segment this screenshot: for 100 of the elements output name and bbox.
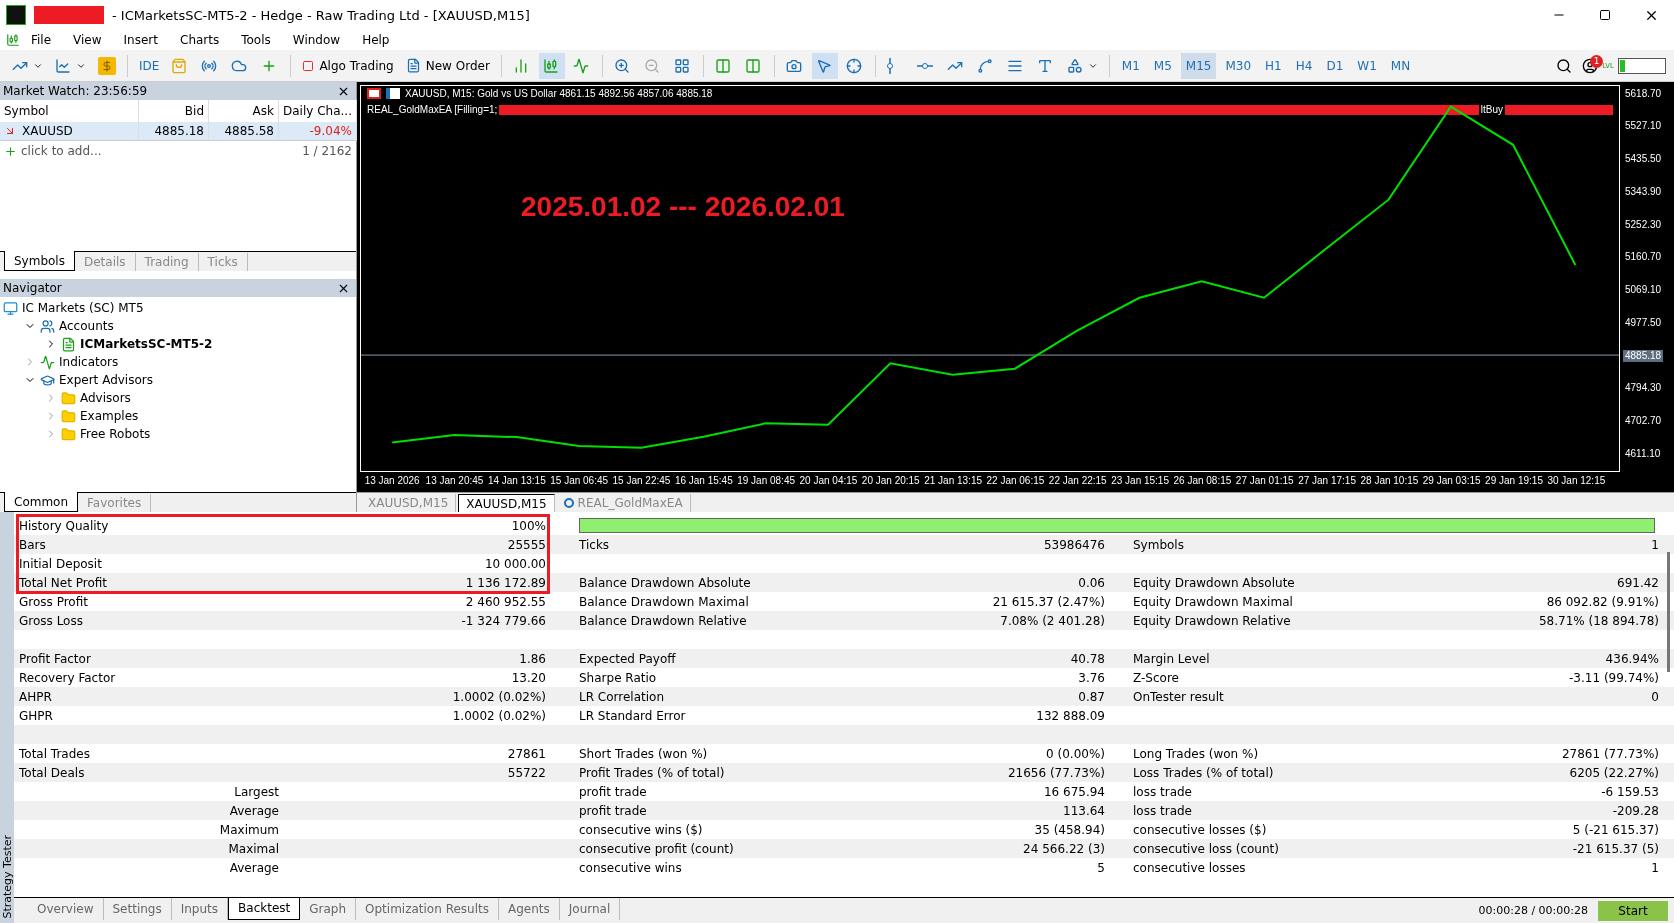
metric-label: Ticks [579,537,610,552]
tree-item[interactable]: Indicators [59,354,119,370]
metric-label: Equity Drawdown Maximal [1133,594,1293,609]
timeframe-tab[interactable]: MN [1385,52,1416,79]
add-symbol-link[interactable]: click to add... [21,144,102,158]
candlestick-button[interactable] [538,52,565,79]
tree-item[interactable]: IC Markets (SC) MT5 [22,300,144,316]
menu-item[interactable]: View [62,33,113,47]
metric-value: -6 159.53 [1601,784,1659,799]
camera-icon [785,57,802,74]
tree-item[interactable]: Expert Advisors [59,372,153,388]
metric-value: -209.28 [1612,803,1659,818]
metric-label: profit trade [579,784,647,799]
timeframe-tab[interactable]: W1 [1352,52,1382,79]
metric-label: Profit Factor [19,651,91,666]
timeframe-tab[interactable]: M30 [1220,52,1257,79]
elapsed-time: 00:00:28 / 00:00:28 [1478,904,1588,917]
shapes-icon [1066,57,1083,74]
period-note: 2025.01.02 --- 2026.02.01 [521,191,845,223]
metric-label: Sharpe Ratio [579,670,657,685]
redaction-block [34,6,104,24]
timeframe-tab[interactable]: M15 [1180,52,1217,79]
tree-item[interactable]: ICMarketsSC-MT5-2 [80,336,213,352]
tab[interactable]: Overview [28,897,104,920]
metric-value: 27861 [507,746,546,761]
ide-button[interactable]: IDE [135,52,164,79]
metric-value: 21656 (77.73%) [1007,765,1105,780]
tab[interactable]: Journal [559,897,621,920]
metric-value: 436.94% [1605,651,1659,666]
timeframe-tab[interactable]: M5 [1148,52,1177,79]
metric-label: GHPR [19,708,53,723]
metric-label: consecutive wins ($) [579,822,703,837]
tab[interactable]: Graph [300,897,357,920]
metric-value: 24 566.22 (3) [1023,841,1105,856]
time-label: 22 Jan 22:15 [1048,475,1107,486]
start-button[interactable]: Start [1598,900,1668,921]
algo-trading-button[interactable]: Algo Trading [298,52,398,79]
table-cell[interactable]: XAUUSD [0,122,139,141]
timeframe-tab[interactable]: D1 [1321,52,1349,79]
horizontal-line-icon [916,62,933,69]
table-cell: -9.04% [279,122,357,141]
metric-label: profit trade [579,803,647,818]
menu-item[interactable]: Help [351,33,401,47]
tab[interactable]: Optimization Results [356,897,499,920]
menu-item[interactable]: Tools [230,33,282,47]
metric-value: -21 615.37 (5) [1572,841,1659,856]
tab[interactable]: Backtest [228,897,301,920]
chart-tab[interactable]: XAUUSD,M15 [458,494,555,512]
table-cell: 4885.58 [209,122,279,141]
metric-value: 1 136 172.89 [465,575,546,590]
menu-item[interactable]: Window [281,33,352,47]
time-label: 16 Jan 15:45 [674,475,733,486]
metric-value: 25555 [507,537,546,552]
metric-value: 691.42 [1617,575,1659,590]
menu-item[interactable]: Charts [169,33,231,47]
price-label: 4977.50 [1624,316,1663,329]
zoom-in-icon [613,57,630,74]
tab[interactable]: Common [4,492,79,512]
menu-item[interactable]: Insert [112,33,169,47]
metric-label: History Quality [19,518,109,533]
metric-label: Balance Drawdown Maximal [579,594,749,609]
metric-value: 58.71% (18 894.78) [1539,613,1659,628]
plus-icon [4,144,17,158]
cursor-button[interactable] [811,52,838,79]
metric-label: Z-Score [1133,670,1179,685]
metric-value: 132 888.09 [1036,708,1105,723]
menu-item[interactable]: File [20,33,63,47]
tab[interactable]: Settings [103,897,172,920]
metric-value: 40.78 [1070,651,1105,666]
vertical-line-icon [886,57,893,74]
new-order-button[interactable]: New Order [401,52,494,79]
tree-item[interactable]: Accounts [59,318,114,334]
metric-label: Equity Drawdown Absolute [1133,575,1295,590]
tree-item[interactable]: Advisors [80,390,131,406]
metric-value: 21 615.37 (2.47%) [992,594,1105,609]
metric-label: Expected Payoff [579,651,676,666]
tree-item[interactable]: Examples [80,408,139,424]
timeframe-tab[interactable]: H4 [1290,52,1318,79]
metric-label: Short Trades (won %) [579,746,708,761]
maximize-icon [1599,9,1611,21]
timeframe-tab[interactable]: M1 [1116,52,1145,79]
timeframe-tab[interactable]: H1 [1260,52,1287,79]
metric-label: Profit Trades (% of total) [579,765,725,780]
metric-value: 27861 (77.73%) [1561,746,1659,761]
cursor-icon [815,57,832,74]
line-icon [572,57,589,74]
tab[interactable]: Agents [498,897,560,920]
window-title: - ICMarketsSC-MT5-2 - Hedge - Raw Trading Ltd - [XAUUSD,M15] [112,7,530,23]
table-cell: 4885.18 [139,122,209,141]
metric-value: 7.08% (2 401.28) [1000,613,1105,628]
metric-value: 113.64 [1063,803,1105,818]
metric-label: Margin Level [1133,651,1210,666]
metric-value: 5 [1097,860,1105,875]
tab[interactable]: Symbols [4,251,75,271]
time-label: 20 Jan 20:15 [861,475,920,486]
time-label: 21 Jan 13:15 [924,475,982,486]
metric-value: 1.86 [519,651,546,666]
people-icon [40,318,55,334]
price-label: 5435.50 [1624,153,1663,166]
tree-item[interactable]: Free Robots [80,426,151,442]
